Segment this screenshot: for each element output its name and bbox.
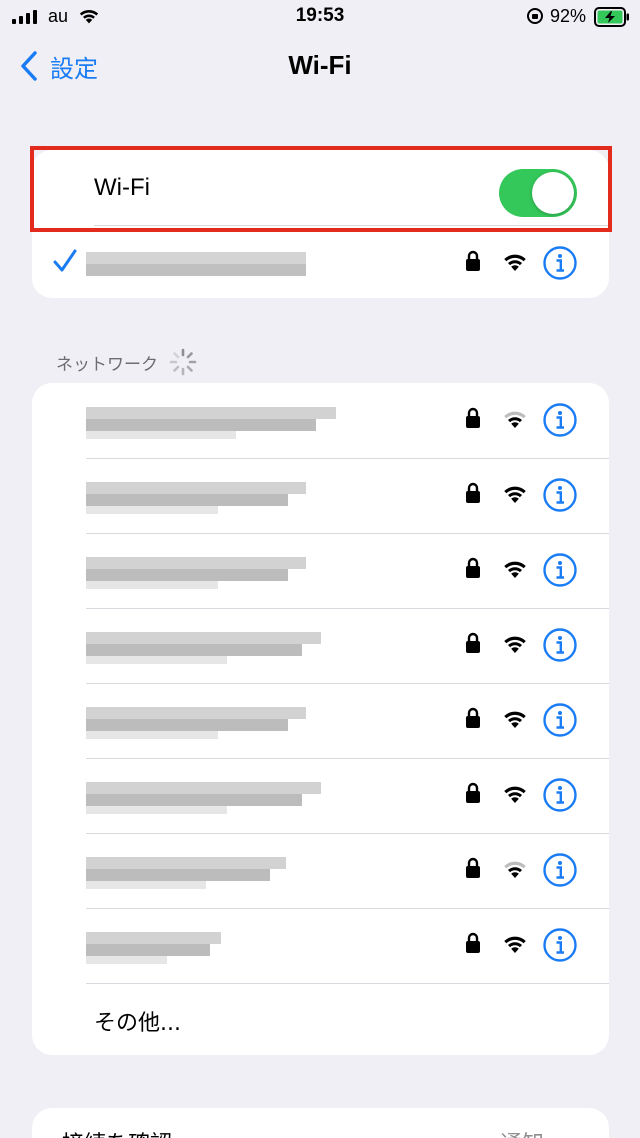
ask-to-join-value: 通知	[500, 1126, 544, 1138]
wifi-signal-icon	[504, 561, 526, 578]
navigation-bar: 設定 Wi-Fi	[0, 40, 640, 92]
info-icon[interactable]	[543, 403, 577, 437]
info-icon[interactable]	[543, 853, 577, 887]
lock-icon	[466, 557, 480, 578]
wifi-signal-icon	[504, 254, 526, 271]
network-row[interactable]	[32, 383, 609, 458]
lock-icon	[466, 857, 480, 878]
wifi-signal-icon	[504, 411, 526, 428]
wifi-signal-icon	[504, 786, 526, 803]
network-row[interactable]	[32, 758, 609, 833]
info-icon[interactable]	[543, 553, 577, 587]
network-row[interactable]	[32, 683, 609, 758]
wifi-signal-icon	[504, 636, 526, 653]
battery-charging-icon	[594, 7, 629, 27]
page-title: Wi-Fi	[288, 50, 352, 80]
info-icon[interactable]	[543, 246, 577, 280]
ask-to-join-row[interactable]: 接続を確認 通知	[32, 1108, 609, 1138]
info-icon[interactable]	[543, 703, 577, 737]
wifi-signal-icon	[504, 711, 526, 728]
lock-icon	[466, 707, 480, 728]
network-row[interactable]	[32, 533, 609, 608]
lock-icon	[466, 632, 480, 653]
connected-network-row[interactable]	[32, 226, 609, 298]
info-icon[interactable]	[543, 628, 577, 662]
ask-to-join-card: 接続を確認 通知	[32, 1108, 609, 1138]
other-networks-row[interactable]: その他...	[32, 983, 609, 1053]
networks-list-card: その他...	[32, 383, 609, 1055]
ask-to-join-label: 接続を確認	[62, 1126, 172, 1138]
orientation-lock-icon	[527, 8, 543, 24]
highlight-annotation-box	[30, 146, 612, 232]
network-row[interactable]	[32, 458, 609, 533]
lock-icon	[466, 782, 480, 803]
networks-header-label: ネットワーク	[56, 354, 158, 375]
lock-icon	[466, 932, 480, 953]
info-icon[interactable]	[543, 478, 577, 512]
status-bar: au 19:53 92%	[0, 0, 640, 34]
other-networks-label: その他...	[94, 1011, 181, 1036]
lock-icon	[466, 407, 480, 428]
divider	[86, 983, 609, 984]
info-icon[interactable]	[543, 928, 577, 962]
network-row[interactable]	[32, 833, 609, 908]
wifi-signal-icon	[504, 861, 526, 878]
wifi-signal-icon	[504, 486, 526, 503]
wifi-signal-icon	[504, 936, 526, 953]
status-time: 19:53	[295, 5, 345, 26]
network-row[interactable]	[32, 908, 609, 983]
networks-section-header: ネットワーク	[56, 347, 198, 377]
lock-icon	[466, 250, 480, 271]
battery-percent: 92%	[550, 6, 587, 26]
checkmark-icon	[53, 249, 77, 272]
loading-spinner-icon	[169, 348, 197, 376]
network-row[interactable]	[32, 608, 609, 683]
lock-icon	[466, 482, 480, 503]
info-icon[interactable]	[543, 778, 577, 812]
